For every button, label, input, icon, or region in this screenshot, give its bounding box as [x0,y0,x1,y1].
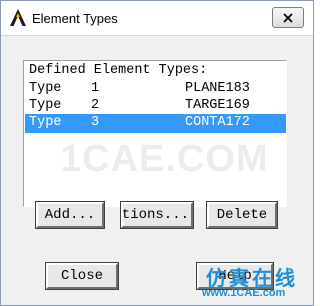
close-icon [283,12,293,23]
type-number: 3 [91,115,100,130]
dialog-title: Element Types [32,11,118,26]
options-button[interactable]: Options... [120,201,194,229]
type-label: Type [29,98,62,113]
brand-url: www.1CAE.com [202,287,286,299]
close-button[interactable]: Close [45,262,119,290]
add-button[interactable]: Add... [35,201,105,229]
type-label: Type [29,81,62,96]
title-bar[interactable]: Element Types [1,1,313,36]
list-header: Defined Element Types: [29,63,208,78]
element-name: TARGE169 [185,98,250,113]
element-name: PLANE183 [185,81,250,96]
type-number: 1 [91,81,100,96]
brand-watermark: 仿真在线 www.1CAE.com [202,262,310,302]
element-name: CONTA172 [185,115,250,130]
type-label: Type [29,115,62,130]
list-item-type-3[interactable]: Type 3 CONTA172 [25,114,286,133]
watermark: 1CAE.COM [60,138,269,180]
ansys-logo-icon [10,9,26,26]
delete-button[interactable]: Delete [206,201,278,229]
window-close-button[interactable] [272,7,304,28]
type-number: 2 [91,98,100,113]
